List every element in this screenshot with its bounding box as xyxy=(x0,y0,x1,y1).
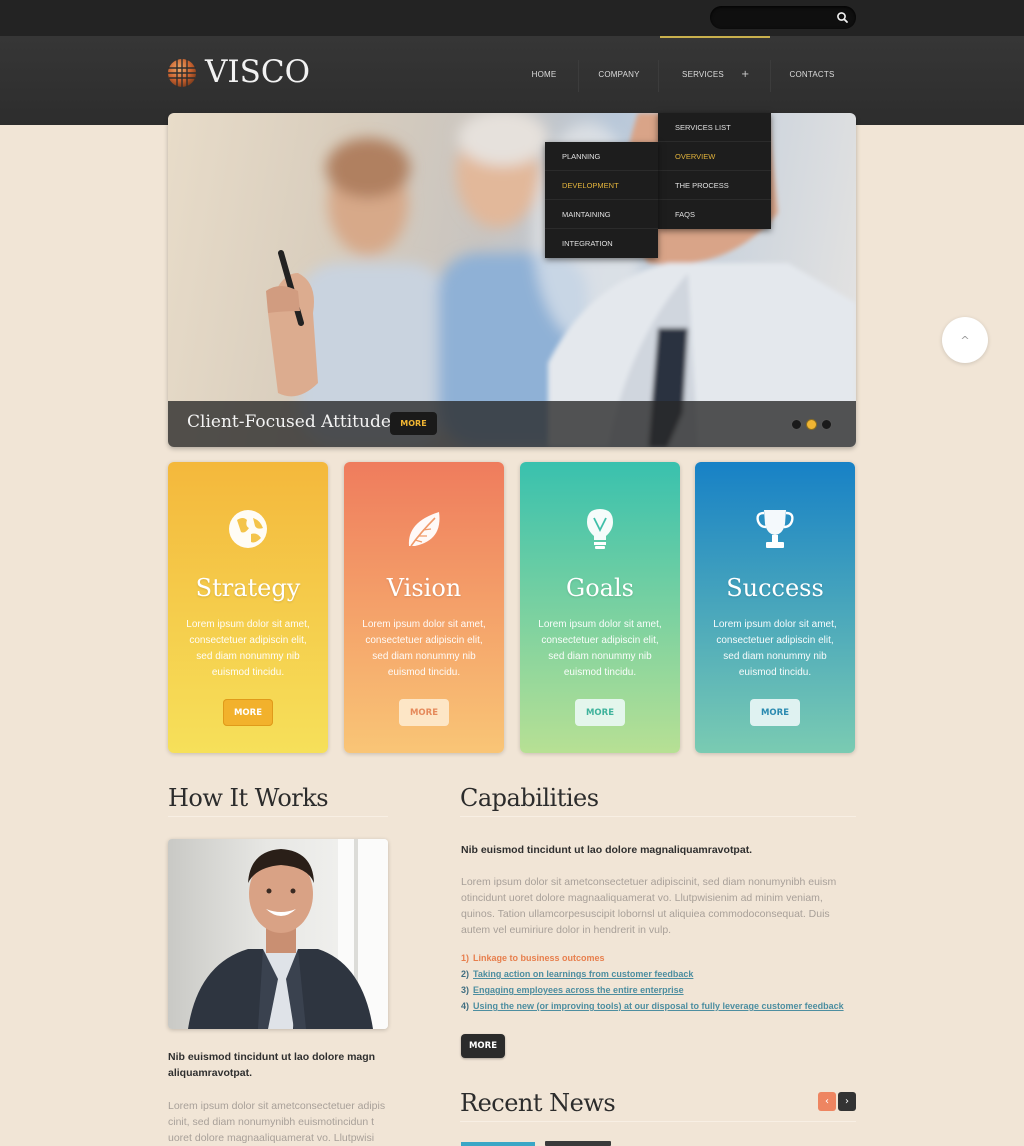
card-text: Lorem ipsum dolor sit amet, consectetuer… xyxy=(186,619,310,678)
menu-item-faqs[interactable]: FAQS xyxy=(658,200,771,229)
list-number: 1) xyxy=(461,953,470,963)
list-item: 1) Linkage to business outcomes xyxy=(461,953,844,969)
card-title: Vision xyxy=(386,574,462,602)
globe-icon xyxy=(229,510,267,548)
feature-card-vision: Vision Lorem ipsum dolor sit amet, conse… xyxy=(344,462,504,753)
plus-icon[interactable]: + xyxy=(741,69,749,80)
list-item: 2) Taking action on learnings from custom… xyxy=(461,969,844,985)
capabilities-text: Lorem ipsum dolor sit ametconsectetuer a… xyxy=(461,876,837,936)
services-dropdown: SERVICES LIST OVERVIEW THE PROCESS FAQS xyxy=(658,113,771,229)
nav-home[interactable]: HOME xyxy=(508,36,580,112)
capabilities-more-button[interactable]: MORE xyxy=(461,1034,505,1058)
section-divider xyxy=(460,1121,856,1122)
feature-card-success: Success Lorem ipsum dolor sit amet, cons… xyxy=(695,462,855,753)
capabilities-list: 1) Linkage to business outcomes 2) Taking … xyxy=(461,953,844,1017)
card-text: Lorem ipsum dolor sit amet, consectetuer… xyxy=(713,619,837,678)
logo-globe-icon xyxy=(168,59,196,87)
slider-dot[interactable] xyxy=(821,419,832,430)
card-more-button[interactable]: MORE xyxy=(223,699,273,726)
leaf-icon xyxy=(408,512,440,547)
news-item-title xyxy=(545,1141,611,1146)
how-it-works-text: Lorem ipsum dolor sit ametconsectetuer a… xyxy=(168,1100,386,1144)
menu-item-development[interactable]: DEVELOPMENT xyxy=(545,171,658,200)
chevron-left-icon: ‹ xyxy=(825,1096,829,1107)
search-box[interactable] xyxy=(710,6,856,29)
capabilities-heading: Capabilities xyxy=(460,784,599,812)
list-number: 3) xyxy=(461,985,470,995)
list-number: 2) xyxy=(461,969,470,979)
person-photo xyxy=(168,839,388,1029)
overview-submenu: PLANNING DEVELOPMENT MAINTAINING INTEGRA… xyxy=(545,142,658,258)
feature-card-goals: Goals Lorem ipsum dolor sit amet, consec… xyxy=(520,462,680,753)
nav-contacts[interactable]: CONTACTS xyxy=(772,36,852,112)
card-title: Goals xyxy=(566,574,634,602)
section-divider xyxy=(168,816,388,817)
menu-item-integration[interactable]: INTEGRATION xyxy=(545,229,658,258)
news-item-image xyxy=(461,1142,535,1146)
site-header: VISCO HOME COMPANY SERVICES + CONTACTS xyxy=(0,36,1024,125)
menu-item-overview[interactable]: OVERVIEW xyxy=(658,142,771,171)
list-item: 4) Using the new (or improving tools) at … xyxy=(461,1001,844,1017)
top-bar xyxy=(0,0,1024,36)
menu-item-maintaining[interactable]: MAINTAINING xyxy=(545,200,658,229)
feature-card-strategy: Strategy Lorem ipsum dolor sit amet, con… xyxy=(168,462,328,753)
list-number: 4) xyxy=(461,1001,470,1011)
menu-item-the-process[interactable]: THE PROCESS xyxy=(658,171,771,200)
trophy-icon xyxy=(756,510,794,548)
card-text: Lorem ipsum dolor sit amet, consectetuer… xyxy=(362,619,486,678)
hero-more-button[interactable]: MORE xyxy=(390,412,437,435)
nav-divider xyxy=(578,60,579,92)
news-prev-button[interactable]: ‹ xyxy=(818,1092,836,1111)
nav-divider xyxy=(658,60,659,92)
section-divider xyxy=(460,816,856,817)
chevron-right-icon: › xyxy=(845,1096,849,1107)
news-next-button[interactable]: › xyxy=(838,1092,856,1111)
hero-title: Client-Focused Attitude xyxy=(187,412,391,432)
scroll-to-top-button[interactable]: ^ xyxy=(942,317,988,363)
lightbulb-icon xyxy=(587,509,613,549)
card-text: Lorem ipsum dolor sit amet, consectetuer… xyxy=(538,619,662,678)
capabilities-lead: Nib euismod tincidunt ut lao dolore magn… xyxy=(461,844,753,856)
list-link[interactable]: Using the new (or improving tools) at ou… xyxy=(473,1001,844,1011)
list-link[interactable]: Taking action on learnings from customer… xyxy=(473,969,693,979)
recent-news-heading: Recent News xyxy=(460,1089,616,1117)
card-more-button[interactable]: MORE xyxy=(399,699,449,726)
search-icon[interactable] xyxy=(836,11,849,24)
card-more-button[interactable]: MORE xyxy=(750,699,800,726)
person-photo-image xyxy=(188,839,388,1029)
nav-company[interactable]: COMPANY xyxy=(580,36,658,112)
list-link[interactable]: Linkage to business outcomes xyxy=(473,953,605,963)
card-title: Success xyxy=(726,574,824,602)
list-link[interactable]: Engaging employees across the entire ent… xyxy=(473,985,684,995)
list-item: 3) Engaging employees across the entire e… xyxy=(461,985,844,1001)
menu-item-planning[interactable]: PLANNING xyxy=(545,142,658,171)
search-input[interactable] xyxy=(720,9,830,26)
slider-pagination xyxy=(791,419,832,430)
how-it-works-heading: How It Works xyxy=(168,784,329,812)
card-more-button[interactable]: MORE xyxy=(575,699,625,726)
hero-caption-bar: Client-Focused Attitude MORE xyxy=(168,401,856,447)
menu-item-services-list[interactable]: SERVICES LIST xyxy=(658,113,771,142)
logo-text: VISCO xyxy=(205,54,311,90)
slider-dot[interactable] xyxy=(791,419,802,430)
slider-dot-active[interactable] xyxy=(806,419,817,430)
nav-services[interactable]: SERVICES xyxy=(660,36,746,112)
nav-divider xyxy=(770,60,771,92)
card-title: Strategy xyxy=(195,574,301,602)
how-it-works-lead: Nib euismod tincidunt ut lao dolore magn… xyxy=(168,1051,376,1079)
chevron-up-icon: ^ xyxy=(960,333,970,347)
